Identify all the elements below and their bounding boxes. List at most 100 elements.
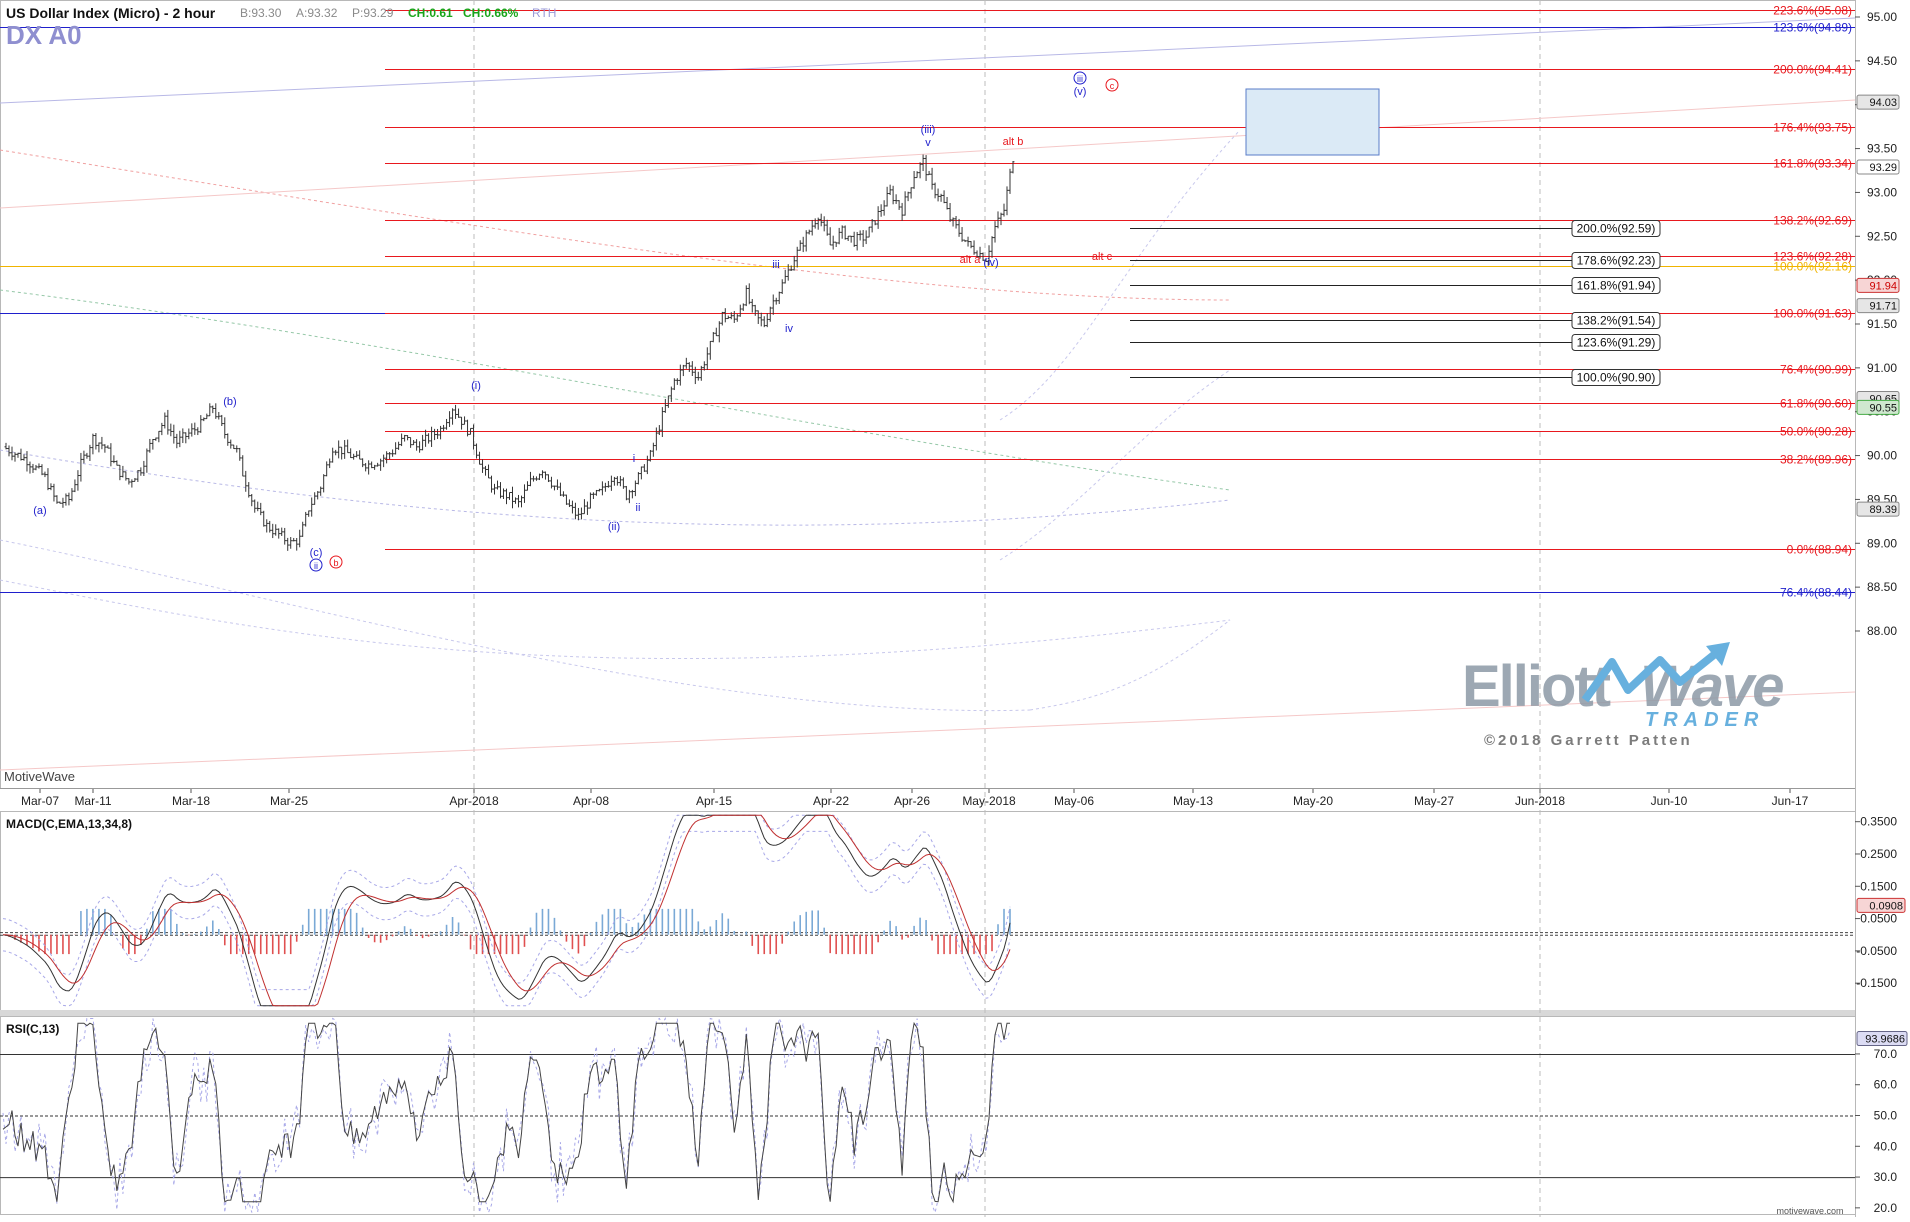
y-tick-label: 88.50 [1867, 580, 1897, 594]
ask-value: A:93.32 [296, 6, 338, 20]
wave-label: (v) [1074, 86, 1087, 98]
fib-label-red: 76.4%(90.99) [1780, 363, 1852, 377]
wave-label: (b) [223, 396, 236, 408]
rsi-tick-label: 20.0 [1874, 1201, 1898, 1215]
fib-label-red: 61.8%(90.60) [1780, 397, 1852, 411]
fib-label-blue: 76.4%(88.44) [1780, 586, 1852, 600]
fib-label-red: 223.6%(95.08) [1773, 4, 1852, 18]
wave-label: ii [636, 502, 641, 514]
target-zone-box [1245, 88, 1380, 156]
rsi-title: RSI(C,13) [6, 1022, 59, 1036]
fib-label-yellow: 100.0%(92.16) [1773, 260, 1852, 274]
rsi-tick-label: 70.0 [1874, 1047, 1898, 1061]
fib-label-red: 161.8%(93.34) [1773, 157, 1852, 171]
y-tick-label: 95.00 [1867, 10, 1897, 24]
fib-label-red: 176.4%(93.75) [1773, 121, 1852, 135]
fib-label-black: 138.2%(91.54) [1577, 314, 1656, 328]
x-tick-label: May-20 [1293, 794, 1333, 808]
wave-label: iii [772, 259, 779, 271]
y-tick-label: 94.50 [1867, 54, 1897, 68]
macd-title: MACD(C,EMA,13,34,8) [6, 817, 132, 831]
x-tick-label: May-06 [1054, 794, 1094, 808]
price-badge-label: 89.39 [1869, 504, 1897, 516]
x-tick-label: Apr-22 [813, 794, 849, 808]
y-tick-label: 91.50 [1867, 317, 1897, 331]
fib-label-black: 123.6%(91.29) [1577, 336, 1656, 350]
fib-label-red: 138.2%(92.69) [1773, 214, 1852, 228]
wave-label: (c) [310, 547, 323, 559]
wave-label: alt c [1092, 251, 1113, 263]
rsi-tick-label: 40.0 [1874, 1139, 1898, 1153]
wave-label: iv [785, 323, 793, 335]
x-tick-label: Mar-25 [270, 794, 308, 808]
fib-label-black: 200.0%(92.59) [1577, 222, 1656, 236]
x-tick-label: Jun-17 [1772, 794, 1809, 808]
macd-tick-label: -0.1500 [1856, 976, 1897, 990]
x-tick-label: Jun-2018 [1515, 794, 1565, 808]
panel-divider[interactable] [0, 1010, 1855, 1016]
fib-label-red: 38.2%(89.96) [1780, 453, 1852, 467]
change-value: CH:0.61 [408, 6, 453, 20]
rsi-value-label: 93.9686 [1865, 1034, 1905, 1046]
price-badge-label: 91.71 [1869, 301, 1897, 313]
wave-label: b [333, 558, 338, 568]
fib-label-blue: 123.6%(94.89) [1773, 21, 1852, 35]
wave-label: (a) [33, 505, 46, 517]
y-tick-label: 89.00 [1867, 536, 1897, 550]
chart-window: 223.6%(95.08) 200.0%(94.41) 176.4%(93.75) 1… [0, 0, 1910, 1217]
price-badge-label: 93.29 [1869, 162, 1897, 174]
price-badge-label: 90.55 [1869, 402, 1897, 414]
y-tick-label: 93.00 [1867, 185, 1897, 199]
y-tick-label: 91.00 [1867, 361, 1897, 375]
x-tick-label: Jun-10 [1651, 794, 1688, 808]
fib-label-red: 50.0%(90.28) [1780, 425, 1852, 439]
wave-label: iii [1077, 74, 1083, 84]
fib-label-red: 100.0%(91.63) [1773, 307, 1852, 321]
y-tick-label: 90.00 [1867, 449, 1897, 463]
wave-label: i [633, 453, 635, 465]
price-badge-label: 91.94 [1869, 280, 1897, 292]
x-tick-label: Apr-08 [573, 794, 609, 808]
fib-label-red: 200.0%(94.41) [1773, 63, 1852, 77]
wave-label: (iv) [983, 257, 998, 269]
logo-trader: TRADER [1645, 709, 1764, 731]
price-badge-label: 94.03 [1869, 97, 1897, 109]
wave-label: alt a [960, 254, 982, 266]
wave-label: (ii) [608, 521, 620, 533]
site-label: motivewave.com [1776, 1206, 1843, 1216]
rsi-tick-label: 30.0 [1874, 1170, 1898, 1184]
x-tick-label: May-27 [1414, 794, 1454, 808]
macd-tick-label: -0.0500 [1856, 944, 1897, 958]
macd-tick-label: 0.1500 [1860, 879, 1897, 893]
y-tick-label: 92.50 [1867, 229, 1897, 243]
macd-tick-label: 0.3500 [1860, 815, 1897, 829]
x-tick-label: Mar-07 [21, 794, 59, 808]
x-tick-label: Apr-26 [894, 794, 930, 808]
x-tick-label: Mar-11 [74, 794, 111, 808]
fib-label-black: 100.0%(90.90) [1577, 371, 1656, 385]
symbol-label: DX A0 [6, 20, 82, 50]
chart-canvas[interactable]: 223.6%(95.08) 200.0%(94.41) 176.4%(93.75) 1… [0, 0, 1910, 1217]
macd-value-label: 0.0908 [1869, 900, 1903, 912]
rsi-tick-label: 60.0 [1874, 1078, 1898, 1092]
motivewave-label: MotiveWave [4, 769, 75, 784]
y-tick-label: 93.50 [1867, 142, 1897, 156]
bid-value: B:93.30 [240, 6, 282, 20]
x-tick-label: Mar-18 [172, 794, 210, 808]
change-pct-value: CH:0.66% [463, 6, 519, 20]
fib-label-black: 161.8%(91.94) [1577, 279, 1656, 293]
macd-tick-label: 0.2500 [1860, 847, 1897, 861]
wave-label: v [925, 137, 931, 149]
wave-label: (i) [471, 380, 481, 392]
x-tick-label: May-2018 [962, 794, 1016, 808]
x-tick-label: Apr-2018 [449, 794, 499, 808]
fib-label-red: 0.0%(88.94) [1787, 543, 1852, 557]
x-tick-label: Apr-15 [696, 794, 732, 808]
x-tick-label: May-13 [1173, 794, 1213, 808]
logo-copyright: ©2018 Garrett Patten [1484, 732, 1693, 749]
session-label: RTH [532, 6, 556, 20]
chart-title: US Dollar Index (Micro) - 2 hour [6, 5, 216, 21]
wave-label: ii [314, 561, 318, 571]
wave-label: alt b [1003, 136, 1024, 148]
price-value: P:93.29 [352, 6, 394, 20]
